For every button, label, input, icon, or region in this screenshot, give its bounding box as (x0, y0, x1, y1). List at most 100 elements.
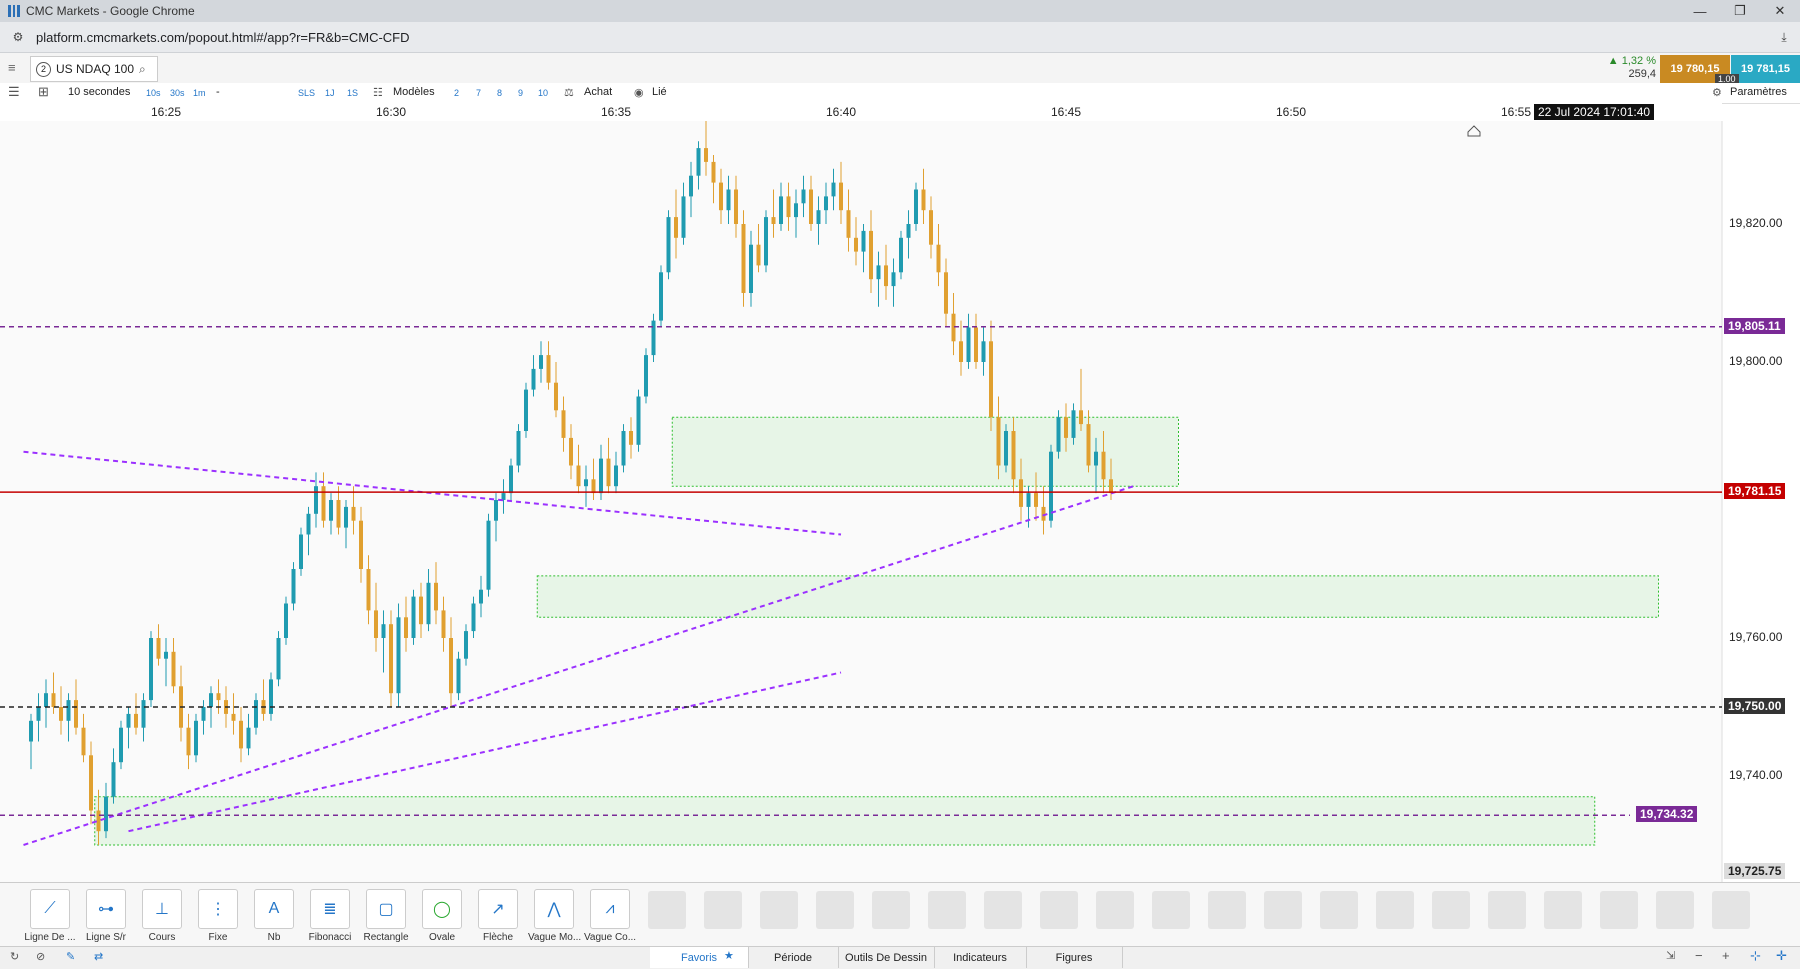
empty-tool-slot[interactable] (648, 891, 686, 929)
text-icon[interactable]: A (254, 889, 294, 929)
empty-tool-slot[interactable] (1096, 891, 1134, 929)
interval-30s[interactable]: 30s (170, 88, 185, 98)
gear-icon[interactable]: ⚙ (1712, 86, 1722, 99)
tab-4[interactable]: Figures (1026, 947, 1123, 968)
layout-8[interactable]: 8 (497, 88, 502, 98)
tool-wave-correction[interactable]: ⩘ Vague Co... (584, 889, 636, 943)
wave-icon[interactable]: ⋀ (534, 889, 574, 929)
empty-tool-slot[interactable] (1208, 891, 1246, 929)
time-tick-label: 16:40 (825, 105, 857, 119)
tab-2[interactable]: Outils De Dessin (838, 947, 935, 968)
arrow-icon[interactable]: ↗ (478, 889, 518, 929)
tool-fixed[interactable]: ⋮ Fixe (192, 889, 244, 943)
empty-tool-slot[interactable] (1040, 891, 1078, 929)
tool-text[interactable]: A Nb (248, 889, 300, 943)
url-text[interactable]: platform.cmcmarkets.com/popout.html#/app… (36, 30, 410, 45)
price-chart[interactable]: 19,820.00 19,800.00 19,760.00 19,740.00 19,… (0, 120, 1800, 882)
search-icon[interactable]: ⌕ (139, 62, 146, 77)
layout-9[interactable]: 9 (518, 88, 523, 98)
tool-wave[interactable]: ⋀ Vague Mo... (528, 889, 581, 943)
tab-1[interactable]: Période (748, 947, 839, 968)
price-level-tag[interactable]: 19,734.32 (1636, 806, 1698, 823)
candle-body (944, 272, 948, 314)
empty-tool-slot[interactable] (1432, 891, 1470, 929)
empty-tool-slot[interactable] (816, 891, 854, 929)
empty-tool-slot[interactable] (1376, 891, 1414, 929)
price-level-tag[interactable]: 19,781.15 (1724, 483, 1786, 500)
chart-canvas[interactable] (0, 120, 1800, 882)
empty-tool-slot[interactable] (1264, 891, 1302, 929)
interval-1m[interactable]: 1m (193, 88, 206, 98)
site-settings-icon[interactable]: ⚙ (8, 27, 28, 47)
tool-line[interactable]: ⟋ Ligne De ... (24, 889, 76, 943)
tool-price[interactable]: ⊥ Cours (136, 889, 188, 943)
time-tick-label: 16:30 (375, 105, 407, 119)
candle-body (891, 272, 896, 287)
tab-3[interactable]: Indicateurs (934, 947, 1027, 968)
interval-more[interactable]: - (216, 86, 220, 98)
fixed-icon[interactable]: ⋮ (198, 889, 238, 929)
empty-tool-slot[interactable] (984, 891, 1022, 929)
empty-tool-slot[interactable] (1320, 891, 1358, 929)
line-segment-icon[interactable]: ⊶ (86, 889, 126, 929)
empty-tool-slot[interactable] (1152, 891, 1190, 929)
zoom-in-icon[interactable]: + (1722, 948, 1730, 963)
tab-0[interactable]: Favoris (650, 947, 749, 968)
time-tick-label: 16:25 (150, 105, 182, 119)
zoom-out-icon[interactable]: − (1695, 948, 1703, 963)
tool-fibonacci[interactable]: ≣ Fibonacci (304, 889, 356, 943)
empty-tool-slot[interactable] (760, 891, 798, 929)
tool-line-segment[interactable]: ⊶ Ligne S/r (80, 889, 132, 943)
minimize-button[interactable]: — (1680, 0, 1720, 22)
mode-1j[interactable]: 1J (325, 88, 335, 98)
mode-1s[interactable]: 1S (347, 88, 358, 98)
cursor-icon[interactable]: ⇄ (94, 950, 103, 963)
settings-button[interactable]: Paramètres (1730, 86, 1787, 98)
tool-arrow[interactable]: ↗ Flèche (472, 889, 524, 943)
layout-10[interactable]: 10 (538, 88, 548, 98)
cancel-icon[interactable]: ⊘ (36, 950, 45, 963)
layout-grid-icon[interactable]: ⊞ (38, 84, 49, 100)
menu-icon[interactable]: ≡ (8, 60, 16, 75)
interval-select[interactable]: 10 secondes (68, 86, 130, 98)
tool-ellipse[interactable]: ◯ Ovale (416, 889, 468, 943)
layout-7[interactable]: 7 (476, 88, 481, 98)
ellipse-icon[interactable]: ◯ (422, 889, 462, 929)
empty-tool-slot[interactable] (1488, 891, 1526, 929)
expand-icon[interactable]: ✛ (1776, 948, 1787, 964)
empty-tool-slot[interactable] (1712, 891, 1750, 929)
candle-body (299, 534, 303, 569)
buy-price-button[interactable]: 19 781,15 (1731, 55, 1800, 83)
restore-button[interactable]: ❐ (1720, 0, 1760, 22)
interval-10s[interactable]: 10s (146, 88, 161, 98)
empty-tool-slot[interactable] (872, 891, 910, 929)
mode-sls[interactable]: SLS (298, 88, 315, 98)
empty-tool-slot[interactable] (1656, 891, 1694, 929)
instrument-selector[interactable]: 2 US NDAQ 100 ⌕ (30, 56, 158, 82)
line-icon[interactable]: ⟋ (30, 889, 70, 929)
price-level-tag[interactable]: 19,750.00 (1724, 698, 1786, 714)
list-icon[interactable]: ☰ (8, 84, 20, 100)
pencil-icon[interactable]: ✎ (66, 950, 75, 963)
layout-2[interactable]: 2 (454, 88, 459, 98)
refresh-icon[interactable]: ↻ (10, 950, 19, 963)
empty-tool-slot[interactable] (928, 891, 966, 929)
candle-body (479, 589, 483, 604)
rectangle-icon[interactable]: ▢ (366, 889, 406, 929)
price-level-tag[interactable]: 19,805.11 (1724, 317, 1785, 334)
wave-correction-icon[interactable]: ⩘ (590, 889, 630, 929)
favorite-star-icon[interactable]: ★ (724, 949, 734, 962)
fit-icon[interactable]: ⇲ (1666, 949, 1675, 962)
buy-button[interactable]: Achat (584, 86, 612, 98)
crosshair-icon[interactable]: ⊹ (1750, 948, 1761, 964)
tool-rectangle[interactable]: ▢ Rectangle (360, 889, 412, 943)
fibonacci-icon[interactable]: ≣ (310, 889, 350, 929)
empty-tool-slot[interactable] (1544, 891, 1582, 929)
empty-tool-slot[interactable] (704, 891, 742, 929)
close-button[interactable]: ✕ (1760, 0, 1800, 22)
linked-button[interactable]: Lié (652, 86, 667, 98)
empty-tool-slot[interactable] (1600, 891, 1638, 929)
download-icon[interactable]: ⤓ (1774, 27, 1794, 47)
price-icon[interactable]: ⊥ (142, 889, 182, 929)
templates-button[interactable]: Modèles (393, 86, 435, 98)
